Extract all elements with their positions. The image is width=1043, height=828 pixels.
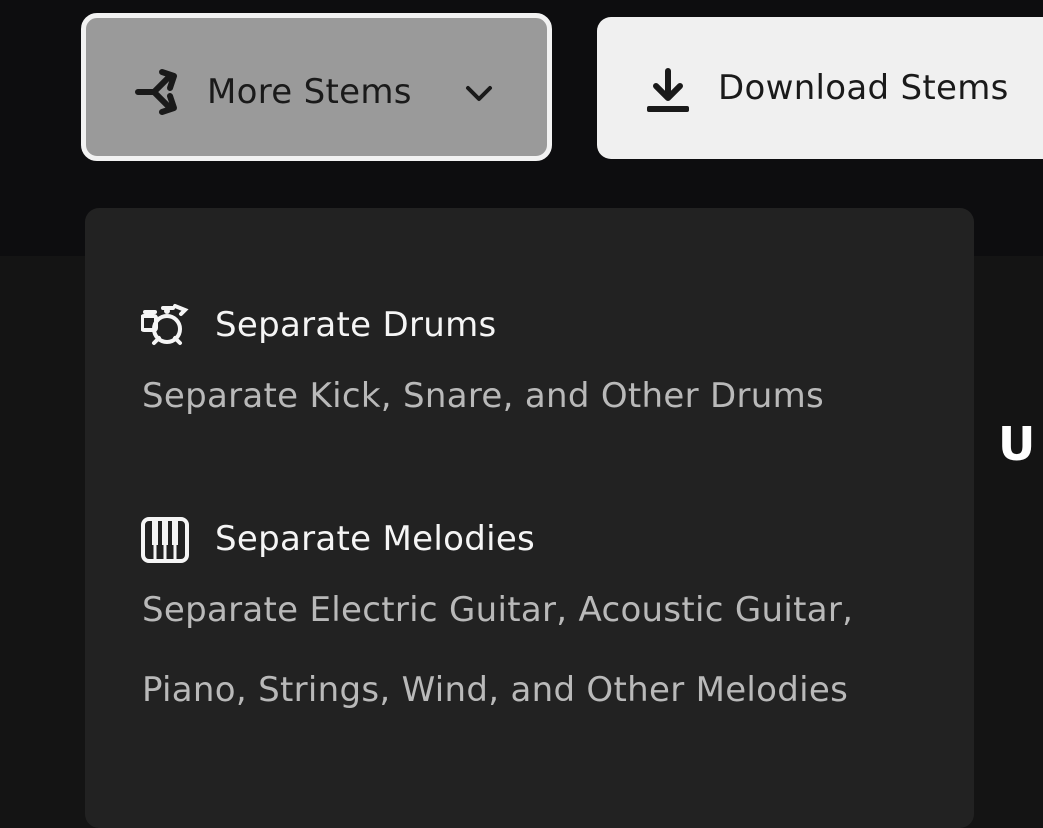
menu-item-title-row: Separate Melodies — [141, 514, 921, 564]
menu-item-description: Separate Kick, Snare, and Other Drums — [142, 376, 825, 416]
download-stems-label: Download Stems — [718, 68, 1009, 108]
more-stems-label: More Stems — [207, 72, 412, 112]
chevron-down-icon — [466, 86, 492, 101]
drum-kit-icon — [141, 304, 189, 345]
menu-item-title: Separate Melodies — [215, 519, 536, 559]
menu-item-separate-melodies[interactable]: Separate Melodies Separate Electric Guit… — [85, 514, 974, 744]
more-stems-button[interactable]: More Stems — [81, 13, 552, 161]
split-arrows-icon — [135, 69, 177, 115]
download-stems-button[interactable]: Download Stems — [597, 17, 1043, 159]
menu-item-description: Separate Electric Guitar, Acoustic Guita… — [142, 590, 854, 710]
menu-item-separate-drums[interactable]: Separate Drums Separate Kick, Snare, and… — [85, 300, 974, 450]
menu-item-title-row: Separate Drums — [141, 300, 921, 350]
piano-keys-icon — [141, 517, 189, 563]
background-page-heading: U — [998, 417, 1036, 471]
menu-item-title: Separate Drums — [215, 305, 497, 345]
download-icon — [647, 68, 689, 112]
more-stems-dropdown: Separate Drums Separate Kick, Snare, and… — [85, 208, 974, 828]
